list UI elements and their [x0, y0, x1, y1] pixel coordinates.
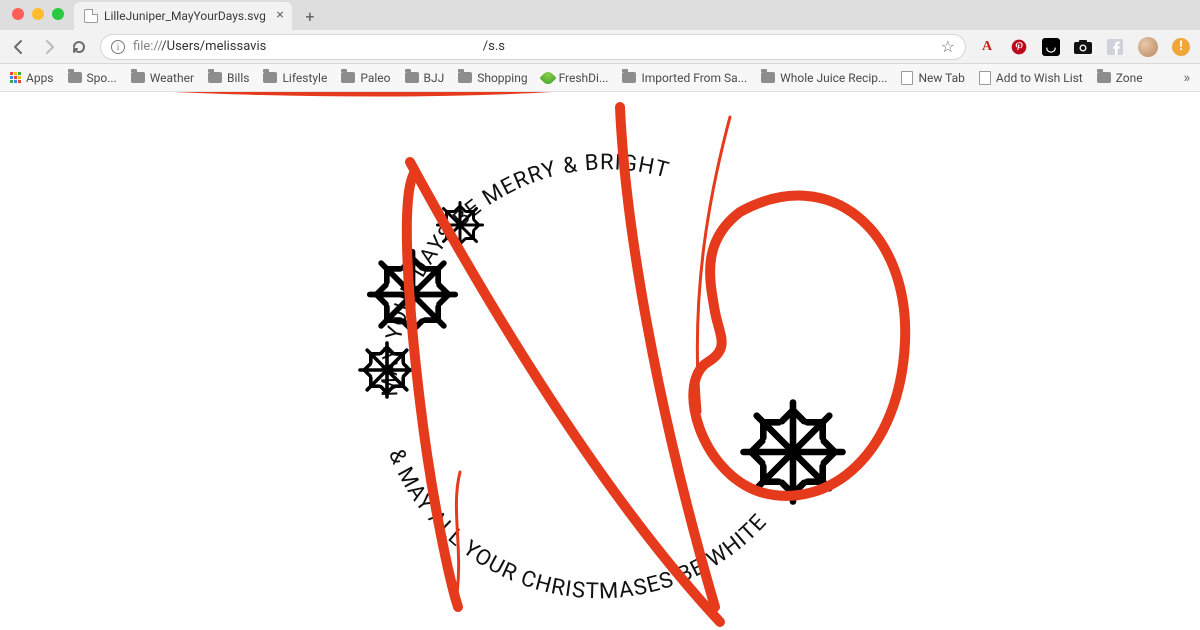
back-button[interactable]: [10, 38, 28, 56]
apps-shortcut[interactable]: Apps: [10, 71, 54, 85]
browser-tab[interactable]: LilleJuniper_MayYourDays.svg ×: [74, 2, 292, 30]
bookmark-label: Whole Juice Recip...: [780, 71, 887, 85]
folder-icon: [458, 72, 472, 83]
leaf-icon: [539, 69, 556, 86]
bookmark-folder[interactable]: Bills: [208, 71, 249, 85]
bookmark-label: New Tab: [918, 71, 964, 85]
bookmark-label: Spo...: [87, 71, 117, 85]
profile-avatar[interactable]: [1138, 37, 1158, 57]
annotation-address-circle: [0, 92, 700, 114]
snowflake-icon: [738, 397, 848, 507]
bookmark-folder[interactable]: Imported From Sa...: [622, 71, 747, 85]
bookmark-link[interactable]: Add to Wish List: [979, 71, 1083, 85]
folder-icon: [341, 72, 355, 83]
bookmark-star-icon[interactable]: ☆: [941, 37, 955, 56]
pocket-icon[interactable]: ◡: [1042, 38, 1060, 56]
extension-font-icon[interactable]: A: [978, 38, 996, 56]
bookmark-link[interactable]: FreshDi...: [542, 71, 609, 85]
site-info-icon[interactable]: i: [111, 40, 125, 54]
bookmark-folder[interactable]: BJJ: [405, 71, 445, 85]
folder-icon: [263, 72, 277, 83]
folder-icon: [761, 72, 775, 83]
toolbar-extensions: A ◡ !: [978, 37, 1190, 57]
alert-badge-icon[interactable]: !: [1172, 38, 1190, 56]
snowflake-icon: [365, 247, 460, 342]
page-icon: [901, 71, 913, 85]
apps-label: Apps: [26, 71, 54, 85]
file-icon: [84, 9, 98, 23]
bookmarks-overflow-button[interactable]: »: [1183, 70, 1190, 86]
bookmark-label: Weather: [150, 71, 194, 85]
facebook-icon[interactable]: [1106, 38, 1124, 56]
snowflake-icon: [435, 200, 485, 250]
bookmark-link[interactable]: New Tab: [901, 71, 964, 85]
bookmark-label: Lifestyle: [282, 71, 327, 85]
tab-title: LilleJuniper_MayYourDays.svg: [104, 9, 266, 23]
folder-icon: [68, 72, 82, 83]
pinterest-icon[interactable]: [1010, 38, 1028, 56]
url-trail: /s.s: [483, 39, 505, 54]
url-text: file:///Users/melissavis: [133, 39, 266, 54]
bookmark-label: Shopping: [477, 71, 527, 85]
bookmarks-bar: Apps Spo... Weather Bills Lifestyle Pale…: [0, 64, 1200, 92]
bookmark-label: Zone: [1116, 71, 1143, 85]
minimize-window-button[interactable]: [32, 8, 44, 20]
bookmark-folder[interactable]: Zone: [1097, 71, 1143, 85]
bookmark-folder[interactable]: Weather: [131, 71, 194, 85]
address-bar[interactable]: i file:///Users/melissavis /s.s ☆: [100, 34, 966, 60]
reload-button[interactable]: [70, 38, 88, 56]
traffic-lights: [12, 8, 64, 20]
folder-icon: [622, 72, 636, 83]
circle-text-bottom: & MAY ALL YOUR CHRISTMASES BE WHITE: [383, 446, 772, 605]
bookmark-label: Add to Wish List: [996, 71, 1083, 85]
forward-button[interactable]: [40, 38, 58, 56]
bookmark-label: FreshDi...: [559, 71, 609, 85]
window-titlebar: LilleJuniper_MayYourDays.svg × +: [0, 0, 1200, 30]
folder-icon: [131, 72, 145, 83]
camera-icon[interactable]: [1074, 38, 1092, 56]
bookmark-label: Paleo: [360, 71, 390, 85]
bookmark-folder[interactable]: Spo...: [68, 71, 117, 85]
bookmark-folder[interactable]: Paleo: [341, 71, 390, 85]
new-tab-button[interactable]: +: [300, 6, 320, 26]
bookmark-folder[interactable]: Whole Juice Recip...: [761, 71, 887, 85]
folder-icon: [405, 72, 419, 83]
maximize-window-button[interactable]: [52, 8, 64, 20]
bookmark-folder[interactable]: Lifestyle: [263, 71, 327, 85]
page-viewport: MAY YOUR DAYS BE MERRY & BRIGHT & MAY AL…: [0, 92, 1200, 630]
close-window-button[interactable]: [12, 8, 24, 20]
bookmark-label: BJJ: [424, 71, 445, 85]
bookmark-label: Imported From Sa...: [641, 71, 747, 85]
page-icon: [979, 71, 991, 85]
browser-toolbar: i file:///Users/melissavis /s.s ☆ A ◡ !: [0, 30, 1200, 64]
folder-icon: [1097, 72, 1111, 83]
apps-grid-icon: [10, 72, 21, 83]
bookmark-folder[interactable]: Shopping: [458, 71, 527, 85]
bookmark-label: Bills: [227, 71, 249, 85]
close-tab-icon[interactable]: ×: [276, 8, 283, 22]
folder-icon: [208, 72, 222, 83]
snowflake-icon: [357, 340, 417, 400]
